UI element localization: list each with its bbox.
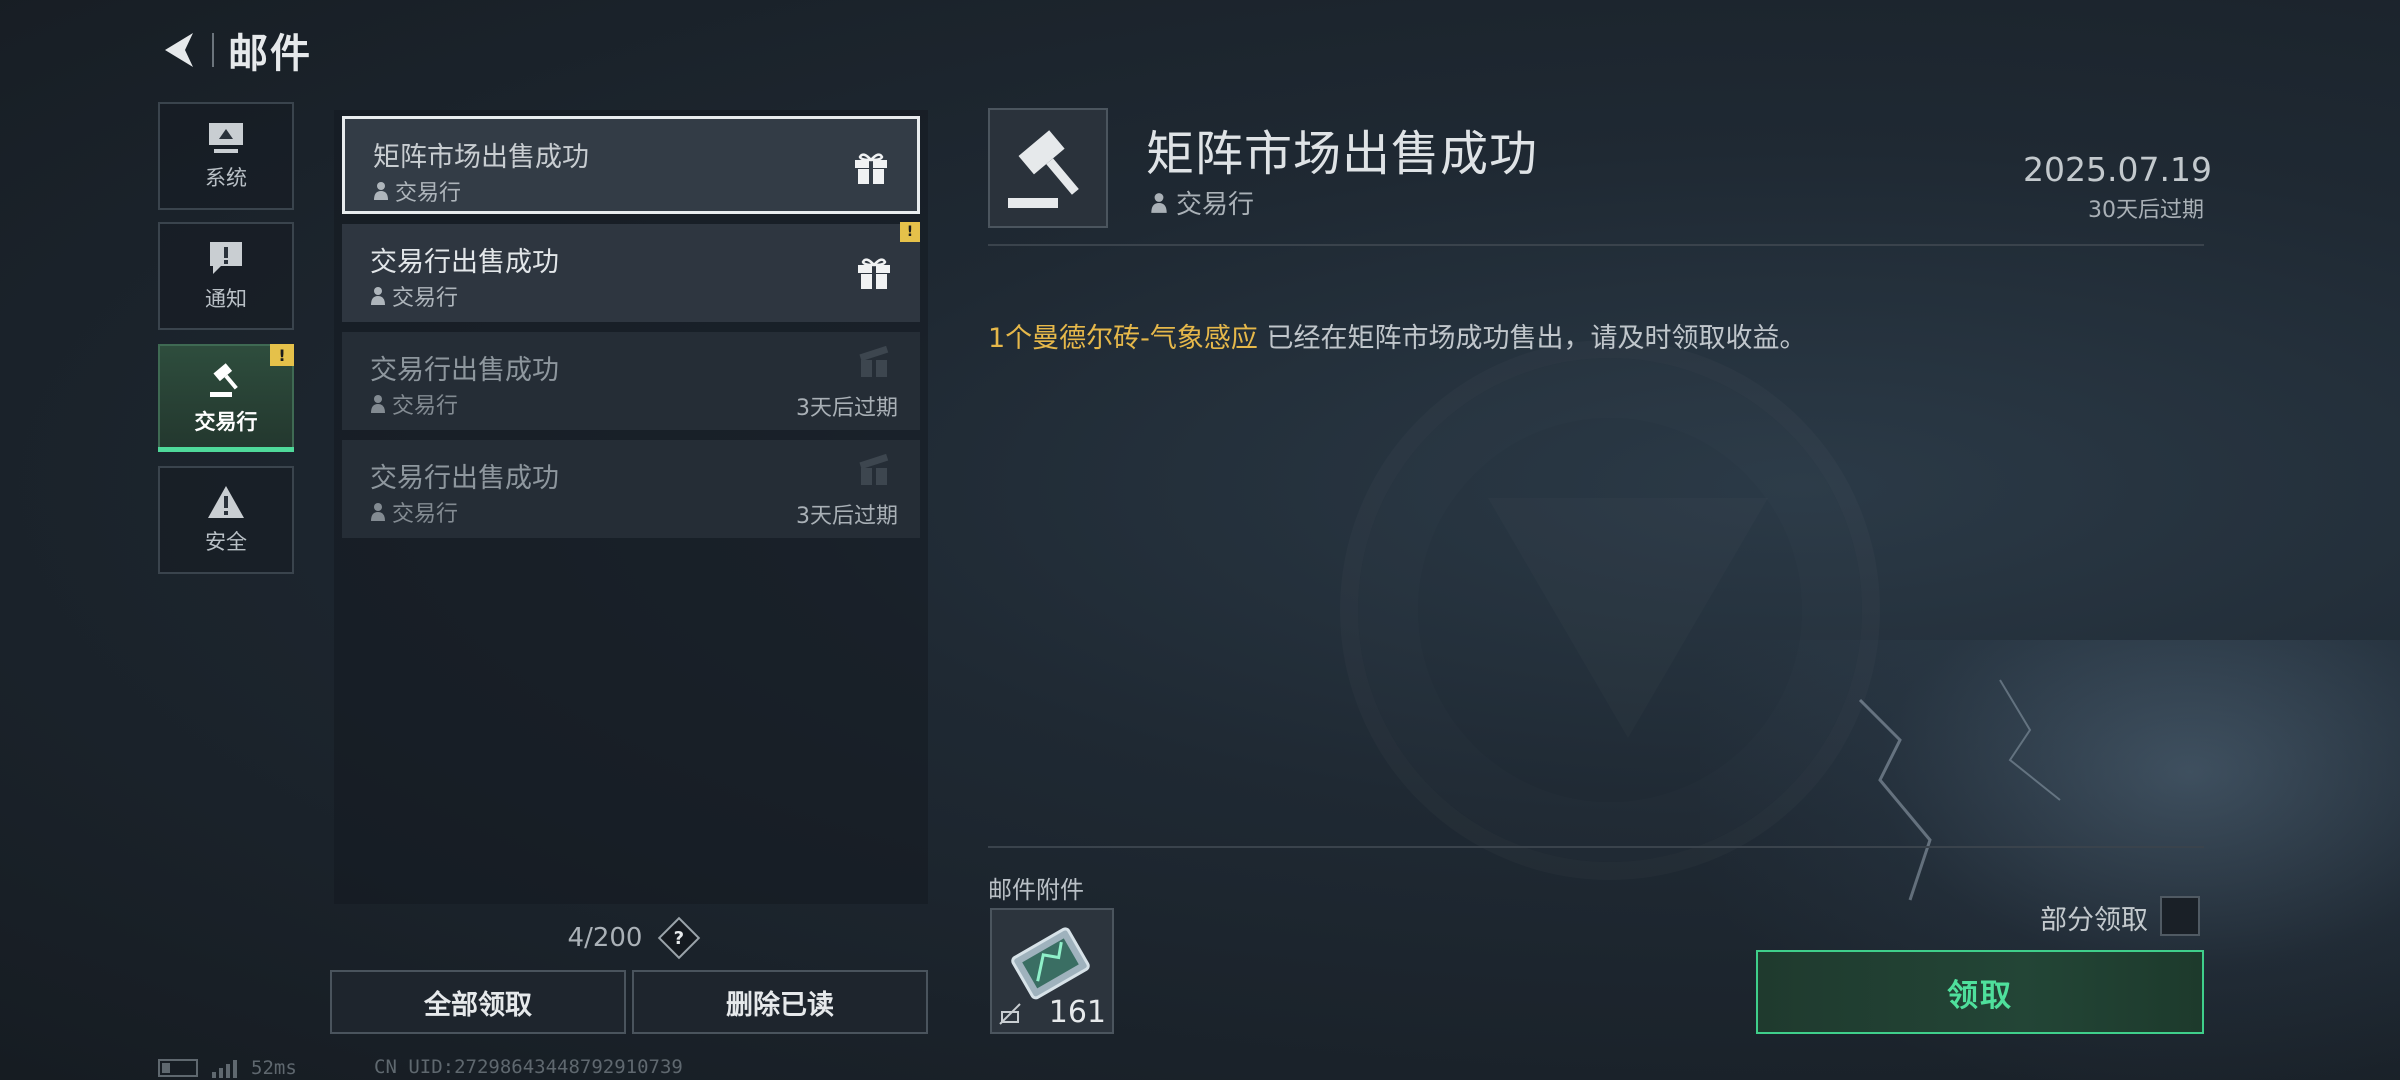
category-label: 交易行 — [194, 410, 258, 434]
mail-sender: 交易行 — [373, 175, 461, 207]
mail-body: 1个曼德尔砖-气象感应 已经在矩阵市场成功售出，请及时领取收益。 — [988, 316, 1807, 355]
user-uid: CN UID:27298643448792910739 — [374, 1056, 683, 1078]
notification-badge: ! — [900, 222, 920, 242]
mail-expire: 3天后过期 — [796, 396, 898, 421]
mail-list[interactable]: 矩阵市场出售成功 交易行 ! 交易行出售成功 交易行 交易行出售成功 交易行 3… — [334, 110, 928, 904]
page-title: 邮件 — [228, 31, 312, 77]
partial-claim-checkbox[interactable] — [2160, 896, 2200, 936]
claim-button[interactable]: 领取 — [1756, 950, 2204, 1034]
gift-open-icon — [859, 345, 889, 377]
back-arrow-icon — [165, 33, 193, 67]
battery-icon — [158, 1059, 198, 1077]
warning-triangle-icon — [208, 486, 244, 518]
delete-read-button[interactable]: 删除已读 — [632, 970, 928, 1034]
mail-title: 交易行出售成功 — [370, 247, 559, 278]
signal-icon — [212, 1058, 237, 1078]
mail-sender: 交易行 — [370, 388, 458, 420]
alert-message-icon — [210, 242, 242, 274]
mail-title: 交易行出售成功 — [370, 463, 559, 494]
detail-title: 矩阵市场出售成功 — [1146, 126, 1539, 182]
mail-sender-name: 交易行 — [392, 394, 459, 419]
attachments-label: 邮件附件 — [988, 876, 1084, 904]
attachment-count: 161 — [1048, 995, 1106, 1030]
category-notice[interactable]: 通知 — [158, 222, 294, 330]
mail-title: 矩阵市场出售成功 — [373, 142, 589, 173]
detail-expire: 30天后过期 — [2088, 198, 2204, 223]
mail-sender-name: 交易行 — [392, 286, 459, 311]
person-icon — [374, 182, 388, 200]
gavel-icon — [1008, 130, 1079, 208]
status-bar: 52ms — [158, 1056, 297, 1080]
mail-count: 4/200 — [567, 923, 643, 953]
claim-all-button[interactable]: 全部领取 — [330, 970, 626, 1034]
back-button[interactable] — [158, 26, 198, 74]
mail-sender: 交易行 — [370, 496, 458, 528]
category-label: 通知 — [205, 287, 247, 311]
mail-sender-name: 交易行 — [395, 181, 462, 206]
mail-item[interactable]: ! 交易行出售成功 交易行 — [342, 222, 920, 322]
divider — [988, 846, 2204, 848]
page-header: 邮件 — [158, 22, 312, 78]
no-trade-icon — [999, 1003, 1021, 1025]
gavel-icon — [210, 363, 238, 397]
mail-sender: 交易行 — [370, 280, 458, 312]
gift-open-icon — [859, 453, 889, 485]
mail-expire: 3天后过期 — [796, 504, 898, 529]
person-icon — [371, 287, 385, 305]
mail-body-text: 已经在矩阵市场成功售出，请及时领取收益。 — [1257, 323, 1807, 354]
question-mark-icon: ? — [674, 927, 685, 949]
category-security[interactable]: 安全 — [158, 466, 294, 574]
ping-value: 52ms — [251, 1057, 297, 1079]
category-label: 安全 — [205, 530, 247, 554]
category-system[interactable]: 系统 — [158, 102, 294, 210]
header-divider — [212, 33, 214, 67]
mail-body-item: 1个曼德尔砖-气象感应 — [988, 323, 1258, 354]
detail-sender: 交易行 — [1150, 184, 1254, 221]
mail-count-row: 4/200 ? — [334, 916, 928, 960]
mail-item[interactable]: 交易行出售成功 交易行 3天后过期 — [342, 332, 920, 430]
partial-claim-label: 部分领取 — [2040, 905, 2148, 936]
divider — [988, 244, 2204, 246]
mail-title: 交易行出售成功 — [370, 355, 559, 386]
mail-type-icon — [988, 108, 1108, 228]
notification-badge: ! — [270, 344, 294, 366]
category-trading[interactable]: ! 交易行 — [158, 344, 294, 452]
person-icon — [1151, 192, 1167, 213]
detail-date: 2025.07.19 — [2023, 150, 2212, 189]
help-button[interactable]: ? — [658, 916, 701, 960]
monitor-icon — [209, 123, 243, 153]
detail-sender-name: 交易行 — [1176, 190, 1255, 220]
person-icon — [371, 395, 385, 413]
mail-item[interactable]: 矩阵市场出售成功 交易行 — [342, 116, 920, 214]
mail-sender-name: 交易行 — [392, 502, 459, 527]
gift-icon — [855, 153, 887, 184]
gift-icon — [858, 258, 890, 289]
person-icon — [371, 503, 385, 521]
mail-item[interactable]: 交易行出售成功 交易行 3天后过期 — [342, 440, 920, 538]
attachment-item[interactable]: 161 — [990, 908, 1114, 1034]
lightning-decoration — [1858, 679, 2061, 901]
category-label: 系统 — [205, 166, 247, 190]
